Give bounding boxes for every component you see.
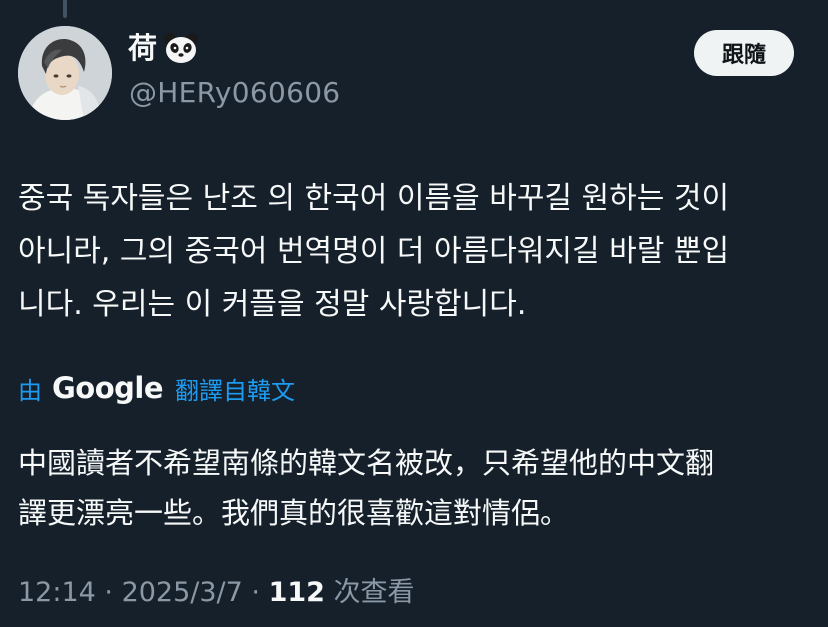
tweet-date[interactable]: 2025/3/7 xyxy=(122,577,243,608)
views-label: 次查看 xyxy=(324,577,415,608)
avatar[interactable] xyxy=(18,26,112,120)
follow-button[interactable]: 跟隨 xyxy=(694,30,794,76)
views-count[interactable]: 112 xyxy=(269,577,325,608)
avatar-image xyxy=(18,26,112,120)
thread-connector-line xyxy=(63,0,67,18)
tweet-text-line: 아니라, 그의 중국어 번역명이 더 아름다워지길 바랄 뿐입 xyxy=(18,234,730,269)
translated-text: 中國讀者不希望南條的韓文名被改，只希望他的中文翻 譯更漂亮一些。我們真的很喜歡這… xyxy=(18,438,808,538)
meta-separator: · xyxy=(242,577,269,608)
tweet-text-line: 니다. 우리는 이 커플을 정말 사랑합니다. xyxy=(18,287,527,322)
tweet-text: 중국 독자들은 난조 의 한국어 이름을 바꾸길 원하는 것이 아니라, 그의 … xyxy=(18,172,818,331)
tweet-text-line: 중국 독자들은 난조 의 한국어 이름을 바꾸길 원하는 것이 xyxy=(18,181,730,216)
translated-by-label: 由 xyxy=(18,376,42,405)
google-logo: Google xyxy=(52,371,164,405)
translated-text-line: 譯更漂亮一些。我們真的很喜歡這對情侶。 xyxy=(18,496,570,530)
meta-separator: · xyxy=(95,577,122,608)
author-handle[interactable]: @HERy060606 xyxy=(129,76,340,110)
translated-from-link[interactable]: 翻譯自韓文 xyxy=(175,371,295,406)
translated-text-line: 中國讀者不希望南條的韓文名被改，只希望他的中文翻 xyxy=(18,446,715,480)
author-display-name-row[interactable]: 荷 xyxy=(128,30,199,66)
panda-face-icon xyxy=(163,32,199,64)
translation-attribution[interactable]: 由 Google 翻譯自韓文 xyxy=(18,368,295,408)
tweet-time[interactable]: 12:14 xyxy=(18,577,96,608)
author-display-name[interactable]: 荷 xyxy=(128,30,157,66)
tweet-meta: 12:14 · 2025/3/7 · 112 次查看 xyxy=(18,575,415,611)
